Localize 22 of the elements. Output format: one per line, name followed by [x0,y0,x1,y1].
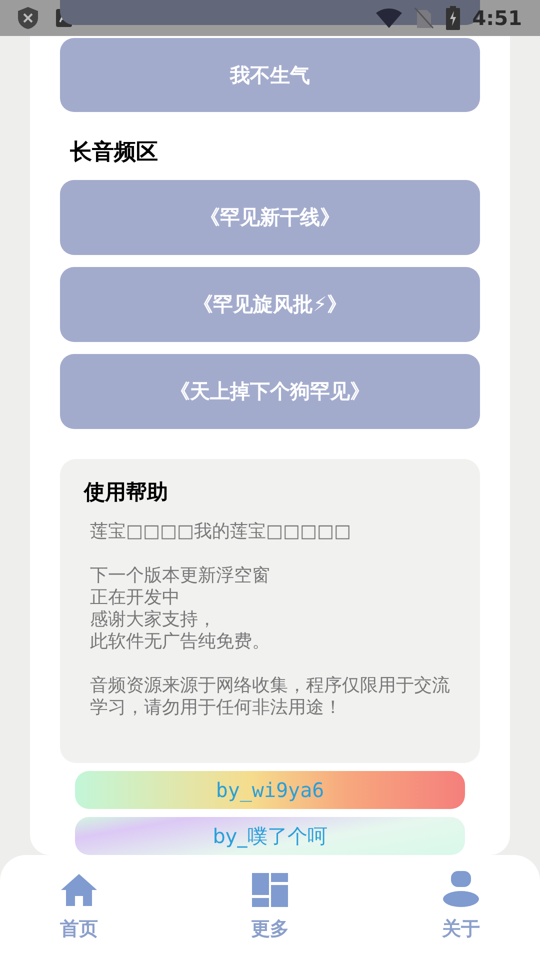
nav-tab[interactable]: 首页 [60,871,98,947]
help-text: 莲宝□□□□我的莲宝□□□□□ [90,520,352,543]
help-text: 音频资源来源于网络收集，程序仅限用于交流学习，请勿用于任何非法用途！ [90,674,451,719]
credit-banner: by_噗了个呵 [75,817,465,855]
status-time: 4:51 [472,5,522,32]
home-icon [60,873,98,907]
credit-banner: by_wi9ya6 [75,771,465,809]
wifi-icon [376,8,402,28]
battery-icon [446,6,460,30]
audio-button[interactable]: 《罕见旋风批⚡》 [60,266,480,342]
help-title: 使用帮助 [84,478,169,506]
dashboard-icon [252,873,288,907]
audio-button[interactable]: 《天上掉下个狗罕见》 [60,354,480,429]
no-sim-icon [414,7,434,29]
shield-icon [18,7,38,29]
user-icon [443,871,479,907]
nav-tab[interactable]: 更多 [251,871,289,947]
section-title: 长音频区 [70,138,159,167]
help-text: 下一个版本更新浮空窗 正在开发中 感谢大家支持， 此软件无广告纯免费。 [90,564,271,653]
nav-tab[interactable]: 关于 [442,871,480,947]
sound-button[interactable]: 我不生气 [60,38,480,112]
audio-button[interactable]: 《罕见新干线》 [60,180,480,255]
